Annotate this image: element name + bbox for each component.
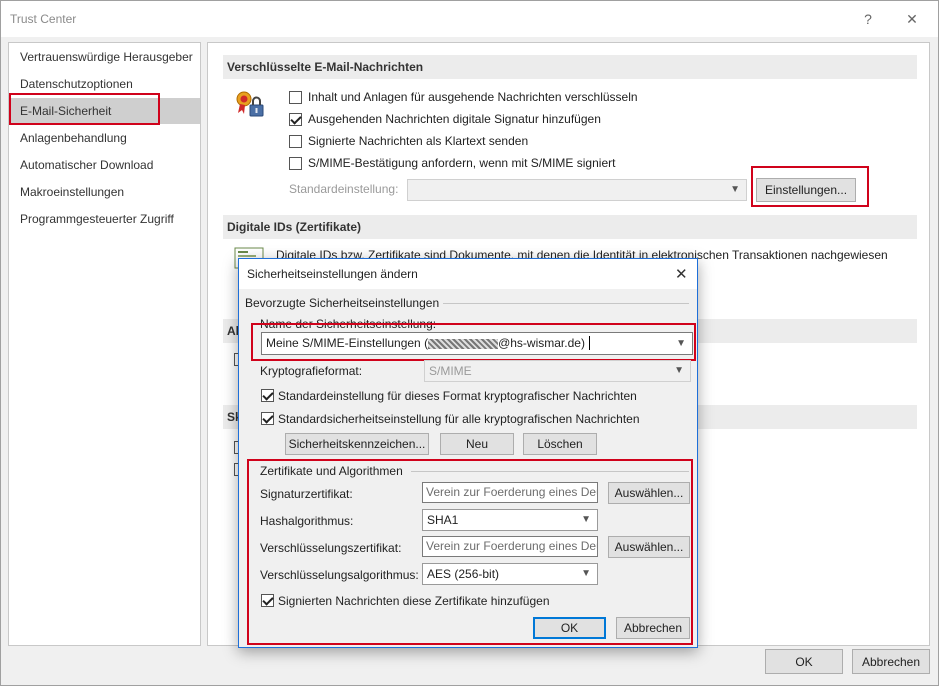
crypto-format-label: Kryptografieformat: bbox=[260, 364, 363, 378]
chevron-down-icon: ▼ bbox=[581, 568, 591, 579]
signing-cert-field[interactable]: Verein zur Foerderung eines Deut bbox=[422, 482, 598, 503]
dialog-close-icon[interactable]: ✕ bbox=[675, 265, 688, 283]
window-title: Trust Center bbox=[10, 12, 77, 26]
preferred-group-label: Bevorzugte Sicherheitseinstellungen bbox=[245, 296, 440, 310]
choose-enc-cert-button[interactable]: Auswählen... bbox=[608, 536, 690, 558]
enc-cert-label: Verschlüsselungszertifikat: bbox=[260, 541, 402, 555]
delete-button[interactable]: Löschen bbox=[523, 433, 597, 455]
sidebar-item-automatic-download[interactable]: Automatischer Download bbox=[9, 152, 200, 178]
name-value: Meine S/MIME-Einstellungen ( bbox=[266, 336, 429, 350]
name-value-suffix: @hs-wismar.de) bbox=[498, 336, 585, 350]
digital-ids-header: Digitale IDs (Zertifikate) bbox=[223, 215, 917, 239]
default-all-label: Standardsicherheitseinstellung für alle … bbox=[278, 412, 640, 426]
preferred-group-line bbox=[443, 303, 689, 304]
chevron-down-icon: ▼ bbox=[730, 184, 740, 195]
choose-signing-cert-button[interactable]: Auswählen... bbox=[608, 482, 690, 504]
settings-button[interactable]: Einstellungen... bbox=[756, 178, 856, 202]
default-setting-dropdown[interactable]: ▼ bbox=[407, 179, 747, 201]
help-button[interactable]: ? bbox=[856, 9, 880, 29]
add-certs-checkbox[interactable] bbox=[261, 594, 274, 607]
enc-alg-value: AES (256-bit) bbox=[427, 567, 500, 581]
hash-value: SHA1 bbox=[427, 513, 459, 527]
encrypted-email-header: Verschlüsselte E-Mail-Nachrichten bbox=[223, 55, 917, 79]
signing-cert-label: Signaturzertifikat: bbox=[260, 487, 353, 501]
add-certs-label: Signierten Nachrichten diese Zertifikate… bbox=[278, 594, 550, 608]
security-labels-button[interactable]: Sicherheitskennzeichen... bbox=[285, 433, 429, 455]
hash-dropdown[interactable]: SHA1 ▼ bbox=[422, 509, 598, 531]
dialog-title-bar: Sicherheitseinstellungen ändern ✕ bbox=[239, 259, 697, 289]
default-format-checkbox[interactable] bbox=[261, 389, 274, 402]
sidebar-item-privacy-options[interactable]: Datenschutzoptionen bbox=[9, 71, 200, 97]
certificate-lock-icon bbox=[236, 91, 264, 117]
encrypt-content-checkbox[interactable] bbox=[289, 91, 302, 104]
dialog-ok-button[interactable]: OK bbox=[533, 617, 606, 639]
ok-button[interactable]: OK bbox=[765, 649, 843, 674]
chevron-down-icon: ▼ bbox=[581, 514, 591, 525]
cert-group-label: Zertifikate und Algorithmen bbox=[260, 464, 403, 478]
sidebar-item-attachment-handling[interactable]: Anlagenbehandlung bbox=[9, 125, 200, 151]
sidebar: Vertrauenswürdige Herausgeber Datenschut… bbox=[8, 42, 201, 646]
enc-alg-label: Verschlüsselungsalgorithmus: bbox=[260, 568, 419, 582]
crypto-format-value: S/MIME bbox=[429, 364, 472, 378]
clear-text-checkbox[interactable] bbox=[289, 135, 302, 148]
title-bar: Trust Center ? ✕ bbox=[1, 1, 938, 37]
sidebar-item-email-security[interactable]: E-Mail-Sicherheit bbox=[9, 98, 200, 124]
cert-group-line bbox=[411, 471, 689, 472]
text-cursor bbox=[588, 336, 590, 350]
chevron-down-icon: ▼ bbox=[674, 365, 684, 376]
sidebar-item-macro-settings[interactable]: Makroeinstellungen bbox=[9, 179, 200, 205]
default-all-checkbox[interactable] bbox=[261, 412, 274, 425]
smime-receipt-checkbox[interactable] bbox=[289, 157, 302, 170]
add-signature-label: Ausgehenden Nachrichten digitale Signatu… bbox=[308, 112, 601, 126]
new-button[interactable]: Neu bbox=[440, 433, 514, 455]
redacted-email-block bbox=[428, 338, 499, 349]
close-window-button[interactable]: ✕ bbox=[900, 9, 924, 29]
enc-cert-field[interactable]: Verein zur Foerderung eines Deut bbox=[422, 536, 598, 557]
dialog-cancel-button[interactable]: Abbrechen bbox=[616, 617, 690, 639]
default-setting-label: Standardeinstellung: bbox=[289, 182, 399, 196]
sidebar-item-programmatic-access[interactable]: Programmgesteuerter Zugriff bbox=[9, 206, 200, 232]
cancel-button[interactable]: Abbrechen bbox=[852, 649, 930, 674]
dialog-title: Sicherheitseinstellungen ändern bbox=[247, 267, 418, 281]
crypto-format-dropdown[interactable]: S/MIME ▼ bbox=[424, 360, 691, 382]
chevron-down-icon: ▼ bbox=[676, 338, 686, 349]
name-label: Name der Sicherheitseinstellung: bbox=[260, 317, 437, 331]
smime-receipt-label: S/MIME-Bestätigung anfordern, wenn mit S… bbox=[308, 156, 616, 170]
encrypt-content-label: Inhalt und Anlagen für ausgehende Nachri… bbox=[308, 90, 638, 104]
add-signature-checkbox[interactable] bbox=[289, 113, 302, 126]
clear-text-label: Signierte Nachrichten als Klartext sende… bbox=[308, 134, 529, 148]
hash-label: Hashalgorithmus: bbox=[260, 514, 354, 528]
sidebar-item-trusted-publishers[interactable]: Vertrauenswürdige Herausgeber bbox=[9, 44, 200, 70]
enc-alg-dropdown[interactable]: AES (256-bit) ▼ bbox=[422, 563, 598, 585]
change-security-settings-dialog: Sicherheitseinstellungen ändern ✕ Bevorz… bbox=[238, 258, 698, 648]
default-format-label: Standardeinstellung für dieses Format kr… bbox=[278, 389, 637, 403]
security-setting-name-combo[interactable]: Meine S/MIME-Einstellungen ( @hs-wismar.d… bbox=[261, 332, 693, 355]
